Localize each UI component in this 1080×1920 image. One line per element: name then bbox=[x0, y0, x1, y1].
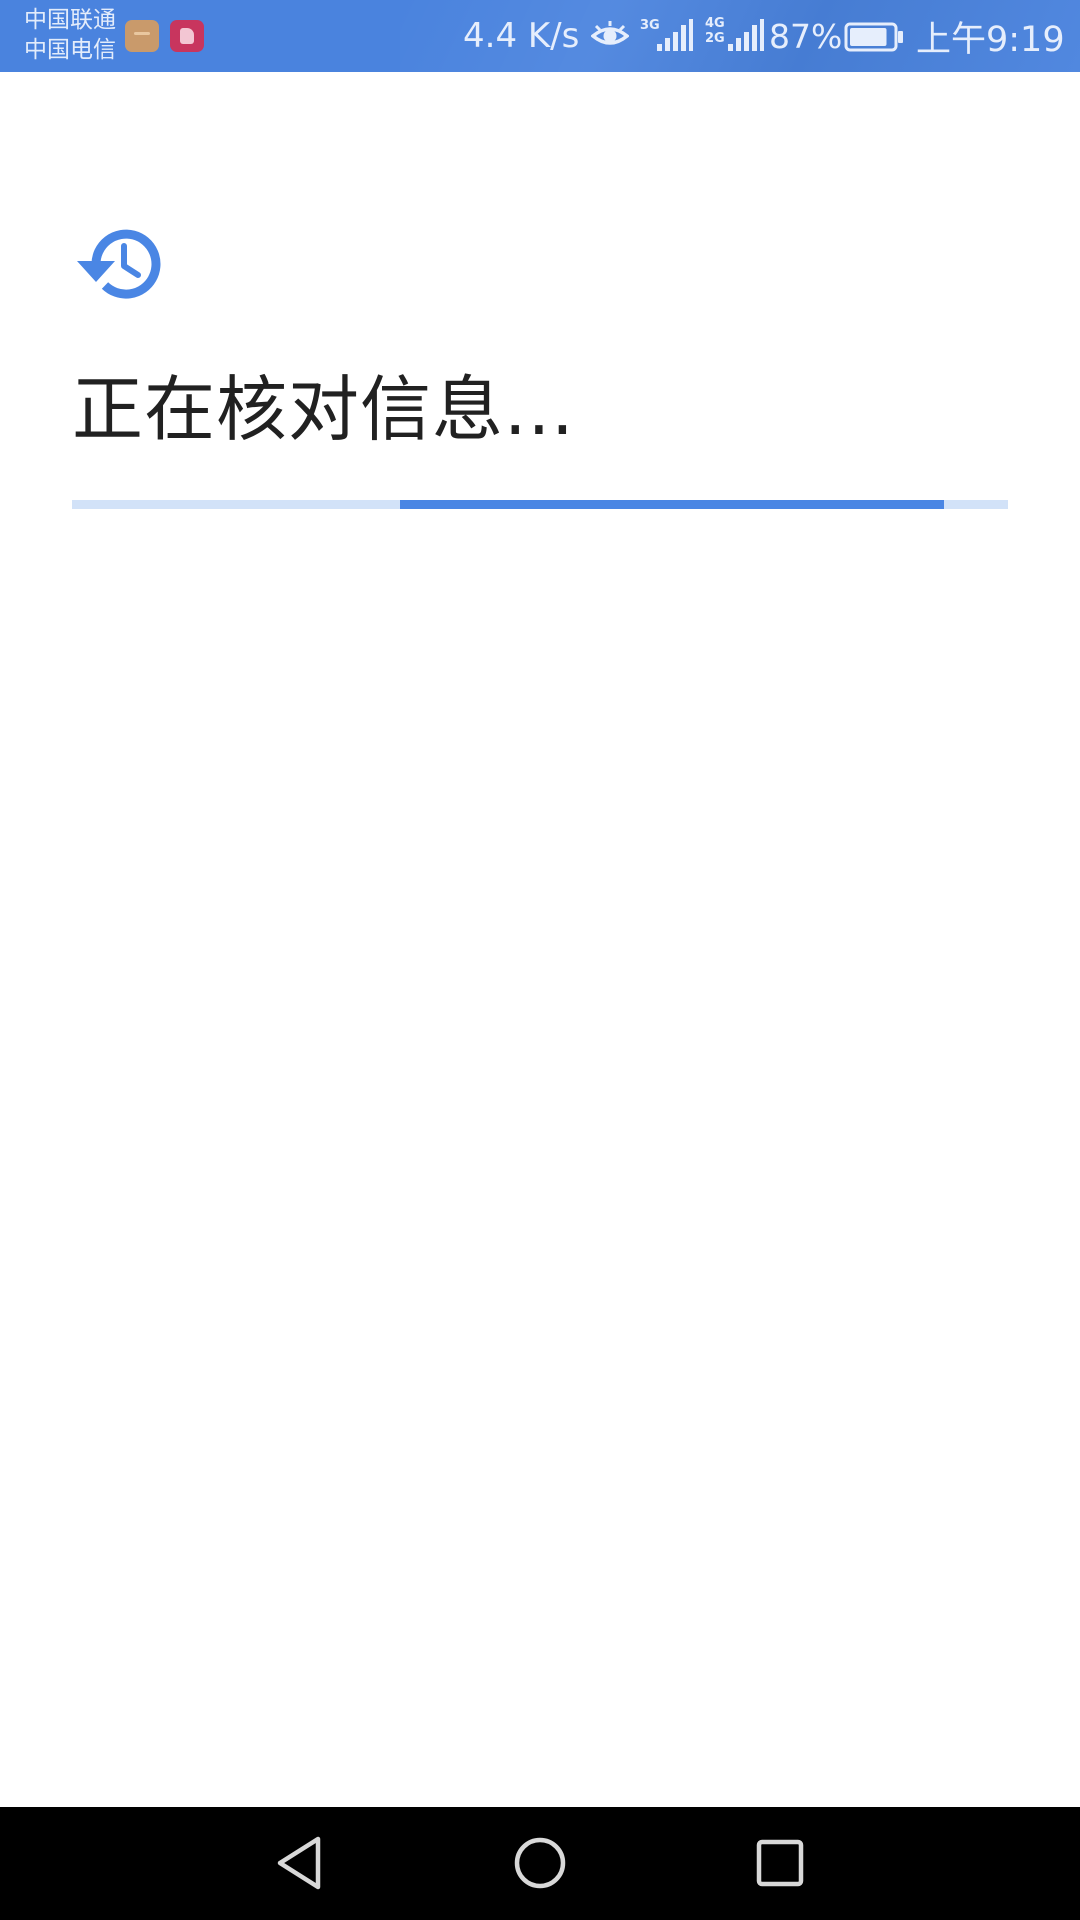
home-icon bbox=[514, 1837, 566, 1889]
recents-button[interactable] bbox=[742, 1827, 818, 1899]
nav-bar bbox=[0, 1807, 1080, 1920]
history-icon bbox=[74, 224, 162, 304]
eye-icon bbox=[591, 20, 629, 52]
battery-percent: 87% bbox=[769, 16, 843, 56]
page-title: 正在核对信息... bbox=[72, 368, 575, 451]
signal-2-label-bottom: 2G bbox=[705, 31, 725, 46]
progress-indicator bbox=[400, 500, 944, 509]
signal-2-label-top: 4G bbox=[705, 16, 725, 31]
clock: 上午9:19 bbox=[916, 19, 1065, 60]
app-notification-icon bbox=[170, 20, 204, 52]
home-button[interactable] bbox=[502, 1827, 578, 1899]
recents-icon bbox=[756, 1839, 804, 1887]
status-bar: 中国联通 中国电信 4.4 K/s 3G 4G 2G 87% 上午9:19 bbox=[0, 0, 1080, 72]
carrier-2: 中国电信 bbox=[24, 37, 116, 63]
signal-4g-icon bbox=[726, 18, 764, 52]
signal-3g-icon bbox=[655, 18, 693, 52]
carrier-names: 中国联通 中国电信 bbox=[24, 5, 116, 65]
progress-track bbox=[72, 500, 1008, 509]
carrier-1: 中国联通 bbox=[24, 7, 116, 33]
back-icon bbox=[277, 1836, 321, 1890]
app-notification-icon bbox=[125, 20, 159, 52]
signal-2-label: 4G 2G bbox=[705, 16, 725, 46]
battery-icon bbox=[844, 22, 904, 52]
screen: 中国联通 中国电信 4.4 K/s 3G 4G 2G 87% 上午9:19 正在… bbox=[0, 0, 1080, 1920]
net-speed: 4.4 K/s bbox=[463, 16, 580, 56]
back-button[interactable] bbox=[262, 1827, 338, 1899]
